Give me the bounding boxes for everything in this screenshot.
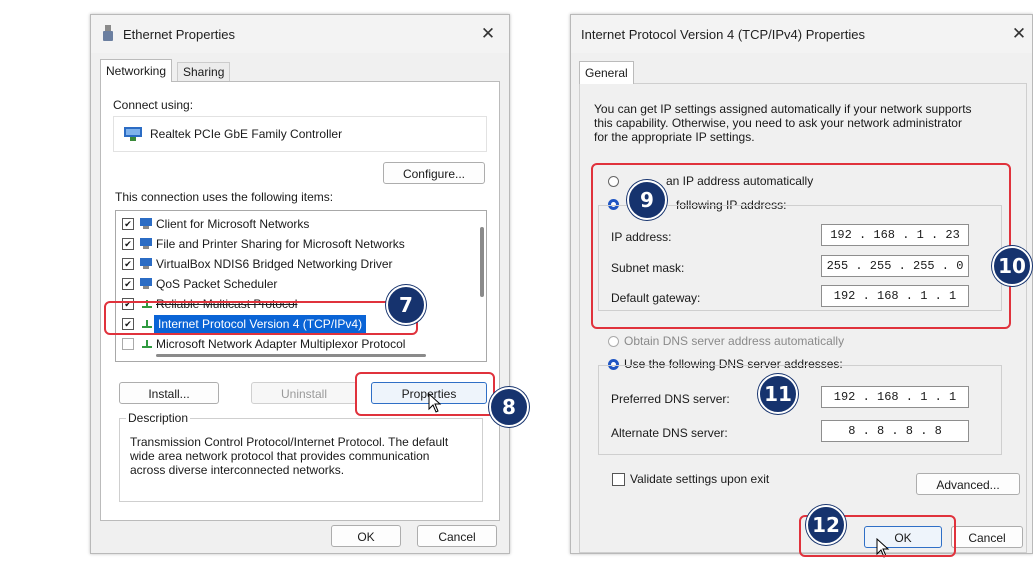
- close-button[interactable]: ✕: [1004, 21, 1033, 47]
- intro-line-2: this capability. Otherwise, you need to …: [594, 116, 962, 130]
- tab-strip: Networking Sharing: [91, 59, 509, 82]
- network-component-icon: [140, 277, 154, 289]
- list-item-label: Client for Microsoft Networks: [156, 217, 310, 231]
- adapter-box: Realtek PCIe GbE Family Controller: [113, 116, 487, 152]
- checkbox[interactable]: ✔: [122, 238, 134, 250]
- ok-button[interactable]: OK: [331, 525, 401, 547]
- vertical-scrollbar[interactable]: [480, 227, 484, 297]
- network-component-icon: [140, 237, 154, 249]
- list-item-label: QoS Packet Scheduler: [156, 277, 278, 291]
- step-badge-12: 12: [806, 505, 846, 545]
- cancel-button[interactable]: Cancel: [951, 526, 1023, 548]
- checkbox[interactable]: ✔: [122, 278, 134, 290]
- step-badge-10: 10: [992, 246, 1032, 286]
- items-label: This connection uses the following items…: [115, 190, 334, 204]
- preferred-dns-label: Preferred DNS server:: [611, 392, 730, 406]
- radio-obtain-dns-label: Obtain DNS server address automatically: [624, 334, 845, 348]
- description-group: Description Transmission Control Protoco…: [119, 411, 483, 502]
- cancel-button[interactable]: Cancel: [417, 525, 497, 547]
- network-adapter-icon: [124, 127, 142, 141]
- horizontal-scrollbar[interactable]: [156, 354, 426, 357]
- validate-label: Validate settings upon exit: [630, 472, 770, 486]
- step-badge-8: 8: [489, 387, 529, 427]
- step-badge-9: 9: [627, 180, 667, 220]
- dialog-title: Ethernet Properties: [123, 27, 236, 42]
- highlight-ipv4-item: [104, 301, 418, 335]
- step-badge-7: 7: [386, 285, 426, 325]
- description-caption: Description: [126, 411, 191, 425]
- highlight-properties-button: [355, 372, 495, 416]
- step-badge-11: 11: [758, 374, 798, 414]
- checkbox[interactable]: ✔: [122, 258, 134, 270]
- description-line-1: Transmission Control Protocol/Internet P…: [130, 435, 449, 449]
- dns-settings-group: Preferred DNS server: 192 . 168 . 1 . 1 …: [598, 365, 1002, 455]
- ethernet-adapter-icon: [103, 25, 113, 41]
- protocol-icon: [140, 337, 154, 349]
- tab-sharing[interactable]: Sharing: [177, 62, 231, 82]
- title-bar: Ethernet Properties ✕: [91, 15, 509, 53]
- uninstall-button: Uninstall: [251, 382, 357, 404]
- list-item-label: File and Printer Sharing for Microsoft N…: [156, 237, 405, 251]
- checkbox[interactable]: [122, 338, 134, 350]
- network-component-icon: [140, 217, 154, 229]
- connect-using-label: Connect using:: [113, 98, 194, 112]
- checkbox[interactable]: ✔: [122, 218, 134, 230]
- description-line-3: across diverse interconnected networks.: [130, 463, 345, 477]
- alternate-dns-field[interactable]: 8 . 8 . 8 . 8: [821, 420, 969, 442]
- install-button[interactable]: Install...: [119, 382, 219, 404]
- intro-line-1: You can get IP settings assigned automat…: [594, 102, 972, 116]
- intro-line-3: for the appropriate IP settings.: [594, 130, 755, 144]
- list-item-label: VirtualBox NDIS6 Bridged Networking Driv…: [156, 257, 393, 271]
- network-component-icon: [140, 257, 154, 269]
- tab-general[interactable]: General: [579, 61, 634, 84]
- tab-networking[interactable]: Networking: [100, 59, 173, 82]
- title-bar: Internet Protocol Version 4 (TCP/IPv4) P…: [571, 15, 1032, 53]
- tab-strip: General: [571, 61, 1032, 84]
- adapter-name: Realtek PCIe GbE Family Controller: [150, 127, 343, 141]
- components-list: ✔ Client for Microsoft Networks ✔ File a…: [115, 210, 487, 362]
- alternate-dns-label: Alternate DNS server:: [611, 426, 728, 440]
- validate-checkbox[interactable]: [612, 473, 625, 486]
- preferred-dns-field[interactable]: 192 . 168 . 1 . 1: [821, 386, 969, 408]
- ethernet-properties-dialog: Ethernet Properties ✕ Networking Sharing…: [90, 14, 510, 554]
- dialog-title: Internet Protocol Version 4 (TCP/IPv4) P…: [581, 27, 865, 42]
- list-item-label: Microsoft Network Adapter Multiplexor Pr…: [156, 337, 406, 351]
- radio-obtain-dns[interactable]: [608, 336, 619, 347]
- advanced-button[interactable]: Advanced...: [916, 473, 1020, 495]
- close-button[interactable]: ✕: [473, 21, 503, 47]
- description-line-2: wide area network protocol that provides…: [130, 449, 430, 463]
- configure-button[interactable]: Configure...: [383, 162, 485, 184]
